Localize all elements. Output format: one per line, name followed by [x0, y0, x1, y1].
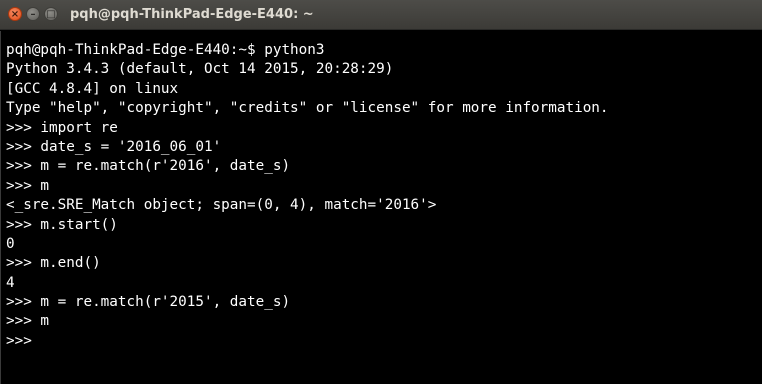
maximize-button[interactable]: □ — [44, 7, 58, 21]
terminal-line: >>> m = re.match(r'2015', date_s) — [6, 294, 291, 311]
terminal-line: >>> date_s = '2016_06_01' — [6, 138, 222, 155]
window-title: pqh@pqh-ThinkPad-Edge-E440: ~ — [70, 7, 314, 22]
minimize-button[interactable]: – — [26, 7, 40, 21]
maximize-icon: □ — [46, 9, 56, 20]
terminal-line: >>> m = re.match(r'2016', date_s) — [6, 158, 291, 175]
terminal-line: Python 3.4.3 (default, Oct 14 2015, 20:2… — [6, 61, 394, 78]
terminal-line: >>> m.end() — [6, 255, 101, 272]
terminal-line: 4 — [6, 274, 15, 291]
terminal-line: pqh@pqh-ThinkPad-Edge-E440:~$ python3 — [6, 42, 325, 58]
minimize-icon: – — [30, 9, 36, 20]
terminal-line: Type "help", "copyright", "credits" or "… — [6, 100, 609, 117]
close-button[interactable]: × — [8, 7, 22, 21]
terminal-line: >>> import re — [6, 119, 118, 136]
terminal-prompt: >>> — [6, 332, 41, 349]
close-icon: × — [10, 9, 20, 20]
terminal-line: <_sre.SRE_Match object; span=(0, 4), mat… — [6, 197, 437, 214]
terminal-line: >>> m — [6, 313, 50, 330]
terminal-line: 0 — [6, 235, 15, 252]
terminal-line: >>> m.start() — [6, 216, 118, 233]
title-bar[interactable]: × – □ pqh@pqh-ThinkPad-Edge-E440: ~ — [0, 0, 762, 30]
terminal-line: [GCC 4.8.4] on linux — [6, 80, 179, 97]
terminal-output[interactable]: pqh@pqh-ThinkPad-Edge-E440:~$ python3 Py… — [0, 31, 762, 384]
terminal-line: >>> m — [6, 177, 50, 194]
terminal-prompt-line[interactable]: >>> — [6, 332, 762, 351]
terminal-window: × – □ pqh@pqh-ThinkPad-Edge-E440: ~ pqh@… — [0, 0, 762, 384]
